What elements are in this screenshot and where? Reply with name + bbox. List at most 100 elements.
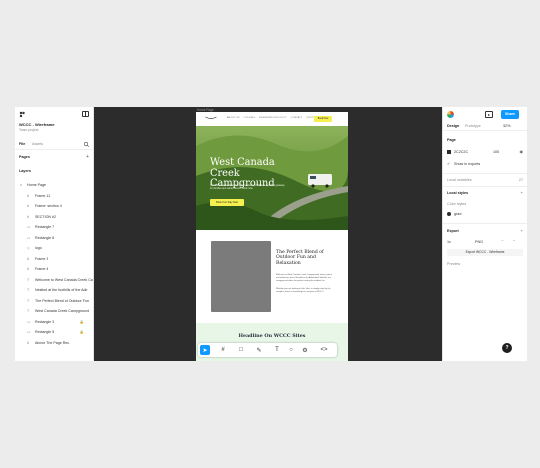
layer-type-icon: ▭ <box>27 330 31 334</box>
color-style-name[interactable]: grad <box>454 212 461 216</box>
layer-row[interactable]: T West Canada Creek Campground <box>15 307 94 317</box>
layer-row[interactable]: # Above The Page Rec. <box>15 339 94 349</box>
layers-heading: Layers <box>19 169 31 173</box>
visibility-eye-icon[interactable]: ◉ <box>520 149 524 154</box>
panel-toggle-icon[interactable] <box>82 111 89 117</box>
page-opacity[interactable]: 100 <box>493 150 499 154</box>
page-icon: ⌂ <box>20 183 23 187</box>
rectangle-tool-icon[interactable]: □ <box>236 345 246 355</box>
site-nav-link[interactable]: CONTACT <box>291 117 303 119</box>
layer-row[interactable]: # Frame 11 <box>15 192 94 202</box>
layer-type-icon: T <box>27 277 30 282</box>
export-format[interactable]: PNG <box>475 240 483 244</box>
pen-tool-icon[interactable]: ✎ <box>254 345 264 355</box>
divider <box>443 186 527 187</box>
avatar[interactable] <box>447 111 454 118</box>
lock-icon[interactable]: 🔒 <box>80 320 84 324</box>
hero-text: Nestled at the foothills of the Adironda… <box>210 184 285 190</box>
layer-type-icon: T <box>27 309 30 313</box>
layer-type-icon: ▭ <box>27 225 31 229</box>
add-page-icon[interactable]: + <box>86 155 89 160</box>
preview-toggle[interactable]: Preview <box>447 262 460 266</box>
share-button[interactable]: Share <box>501 110 519 119</box>
layer-row[interactable]: # Frame 4 <box>15 265 94 275</box>
layer-label: Frame 11 <box>35 193 51 198</box>
layer-row[interactable]: ▭ Rectangle 8 <box>15 234 94 244</box>
tab-prototype[interactable]: Prototype <box>465 124 481 128</box>
layer-row[interactable]: ▭ Rectangle 5 🔒 <box>15 328 94 338</box>
layer-label: Rectangle 3 <box>35 319 55 324</box>
image-placeholder <box>211 241 271 312</box>
right-tabs: Design Prototype 32% <box>443 122 527 131</box>
dev-mode-icon[interactable]: <> <box>319 345 329 355</box>
page-color-value[interactable]: 2C2C2C <box>454 150 468 154</box>
tab-design[interactable]: Design <box>447 124 459 128</box>
layer-label: SECTION #2 <box>35 214 56 219</box>
layer-label: Above The Page Rec. <box>35 340 71 345</box>
home-page-frame[interactable]: ABOUT US LODGING RESERVATION POLICY CONTACT… <box>196 112 348 361</box>
local-variables-label[interactable]: Local variables <box>447 178 472 182</box>
frame-tool-icon[interactable]: # <box>218 345 228 355</box>
lock-icon[interactable]: 🔒 <box>80 330 84 334</box>
grad-swatch[interactable] <box>447 212 451 216</box>
comment-tool-icon[interactable]: ○ <box>286 345 296 355</box>
layer-label: Welcome to West Canada Creek Ca <box>35 277 93 282</box>
remove-export-icon[interactable]: − <box>513 239 515 243</box>
present-icon[interactable]: ▸ <box>485 111 493 118</box>
site-nav-link[interactable]: ABOUT US <box>227 117 240 119</box>
layer-type-icon: T <box>27 298 30 303</box>
export-button[interactable]: Export WCCC - Wireframe <box>447 249 523 256</box>
layer-label: Rectangle 8 <box>35 235 55 240</box>
layer-type-icon: ◇ <box>27 246 30 250</box>
figma-logo-icon[interactable] <box>19 111 27 118</box>
layer-label: Rectangle 7 <box>35 225 55 229</box>
layer-label: West Canada Creek Campground <box>35 309 90 313</box>
tab-assets[interactable]: Assets <box>32 142 43 146</box>
variables-count: 27 <box>518 178 523 182</box>
search-icon[interactable] <box>83 141 90 148</box>
figma-window: WCCC - Wireframe Team project File Asset… <box>15 107 527 361</box>
left-tabs: File Assets <box>15 140 94 150</box>
section2-paragraph-1: Welcome to West Canada Creek Campground,… <box>276 274 333 282</box>
site-nav-link[interactable]: LODGING <box>244 117 256 119</box>
layer-label: Rectangle 5 <box>35 330 55 334</box>
layer-type-icon: ▭ <box>27 319 31 324</box>
layer-row[interactable]: ⌂ Home Page <box>15 181 94 191</box>
layer-row[interactable]: # Frame 3 <box>15 255 94 265</box>
layer-type-icon: # <box>27 267 29 271</box>
nav-book-button[interactable]: Book Now <box>314 115 332 122</box>
more-options-icon[interactable]: ⋯ <box>501 239 505 243</box>
section2-paragraph-2: Whether you are looking to fish, hike, o… <box>276 288 331 293</box>
site-nav-link[interactable]: RESERVATION POLICY <box>259 117 287 119</box>
add-export-icon[interactable]: + <box>521 228 523 233</box>
actions-tool-icon[interactable]: ⚙ <box>300 345 310 355</box>
help-button[interactable]: ? <box>502 343 512 353</box>
layer-label: Nestled at the foothills of the Adir <box>35 288 88 292</box>
text-tool-icon[interactable]: T <box>272 345 282 355</box>
layer-row[interactable]: T Welcome to West Canada Creek Ca <box>15 276 94 286</box>
layer-row[interactable]: # Frame: section 4 <box>15 202 94 212</box>
move-tool-icon[interactable]: ➤ <box>200 345 210 355</box>
zoom-level[interactable]: 32% <box>503 124 510 128</box>
show-exports-checkbox[interactable]: ✓ <box>447 161 450 166</box>
layer-row[interactable]: # SECTION #2 <box>15 213 94 223</box>
layer-type-icon: # <box>27 256 29 261</box>
layer-type-icon: # <box>27 204 29 208</box>
band-heading: Headline On WCCC Sites <box>238 333 306 339</box>
hero-book-button[interactable]: Book Your Stay Now <box>210 199 244 206</box>
left-panel: WCCC - Wireframe Team project File Asset… <box>15 107 94 361</box>
layer-row[interactable]: T The Perfect Blend of Outdoor Fun <box>15 297 94 307</box>
layer-type-icon: # <box>27 214 29 219</box>
add-style-icon[interactable]: + <box>521 190 523 195</box>
layer-row[interactable]: ▭ Rectangle 7 <box>15 223 94 233</box>
layer-label: Frame 3 <box>35 256 49 261</box>
tab-file[interactable]: File <box>19 142 25 146</box>
layer-row[interactable]: T Nestled at the foothills of the Adir <box>15 286 94 296</box>
layer-row[interactable]: ▭ Rectangle 3 🔒 <box>15 318 94 328</box>
export-scale[interactable]: 1x <box>447 240 451 244</box>
local-styles-heading: Local styles <box>447 191 469 195</box>
layer-label: The Perfect Blend of Outdoor Fun <box>35 298 89 303</box>
layer-row[interactable]: ◇ logo <box>15 244 94 254</box>
file-title[interactable]: WCCC - Wireframe <box>19 122 55 127</box>
page-color-swatch[interactable] <box>447 150 451 154</box>
